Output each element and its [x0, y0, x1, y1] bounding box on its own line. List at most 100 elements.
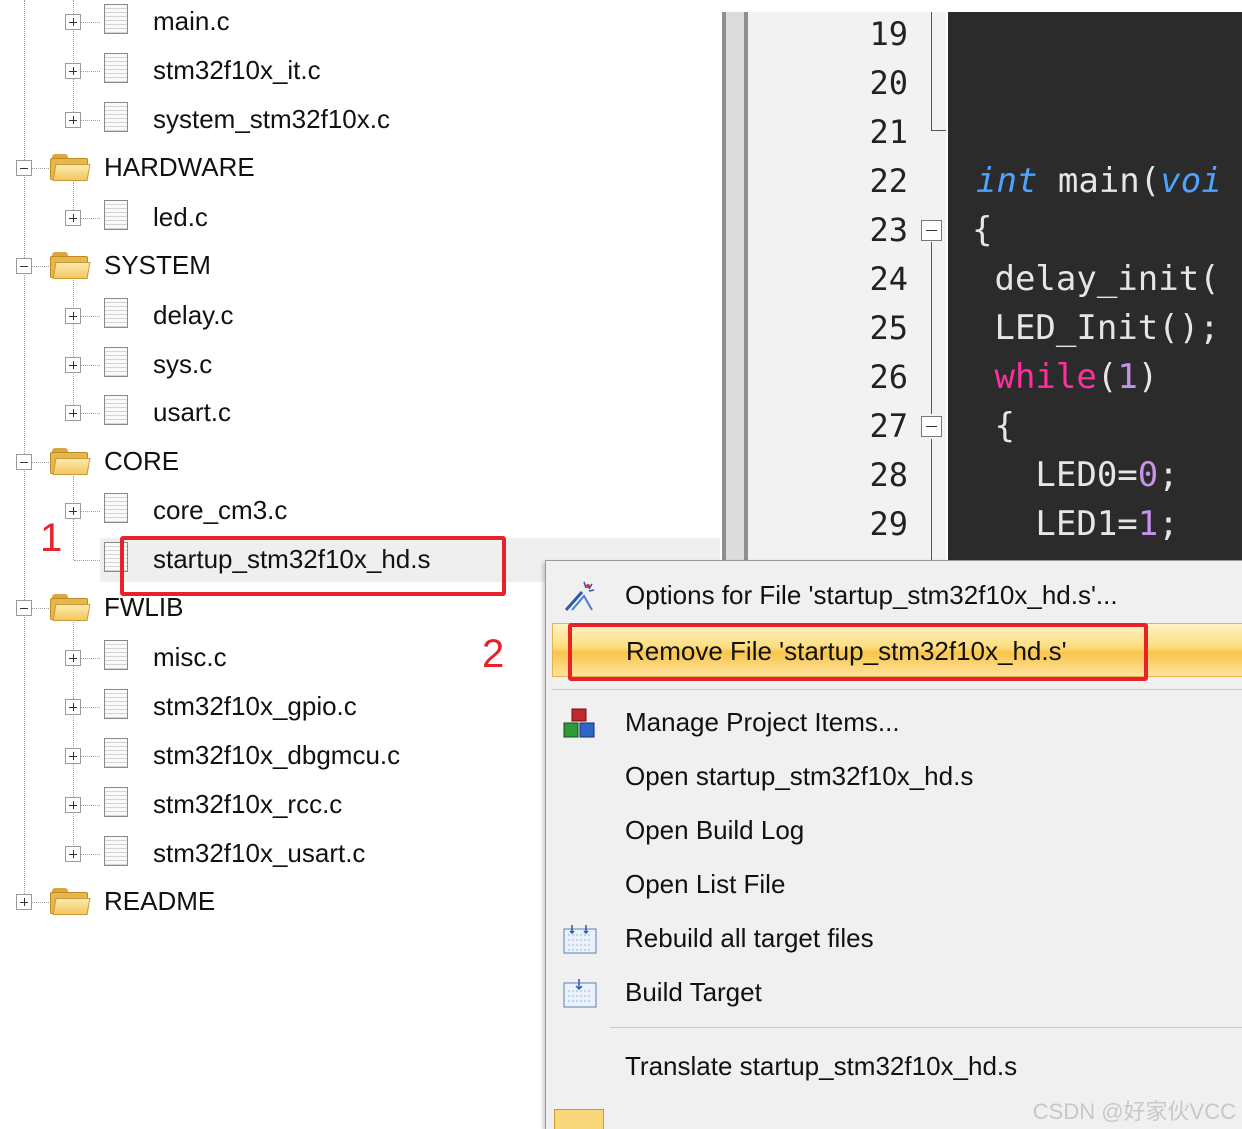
menu-item-open-build-log[interactable]: Open Build Log: [546, 805, 1242, 855]
line-number: 22: [869, 162, 908, 200]
fold-guide: [931, 12, 932, 130]
code-line: delay_init(: [974, 259, 1220, 299]
expand-toggle[interactable]: [65, 210, 81, 226]
menu-item-manage-project[interactable]: Manage Project Items...: [546, 697, 1242, 747]
menu-separator: [552, 689, 1242, 690]
pane-splitter[interactable]: [722, 12, 748, 572]
line-number: 26: [869, 358, 908, 396]
tree-guide: [73, 280, 74, 413]
c-file-icon: [104, 4, 128, 34]
code-number: 1: [1137, 504, 1159, 544]
menu-item-options[interactable]: Options for File 'startup_stm32f10x_hd.s…: [546, 570, 1242, 620]
menu-item-rebuild-all[interactable]: Rebuild all target files: [546, 913, 1242, 963]
expand-toggle[interactable]: [65, 14, 81, 30]
tree-item-led-c[interactable]: led.c: [153, 202, 208, 232]
code-text: LED1=: [974, 504, 1138, 544]
c-file-icon: [104, 738, 128, 768]
expand-toggle[interactable]: [65, 846, 81, 862]
c-file-icon: [104, 53, 128, 83]
tree-item-core-cm3-c[interactable]: core_cm3.c: [153, 495, 287, 525]
line-number: 28: [869, 456, 908, 494]
tree-item-delay-c[interactable]: delay.c: [153, 300, 233, 330]
tree-group-system[interactable]: SYSTEM: [104, 250, 211, 280]
tree-item-main-c[interactable]: main.c: [153, 6, 230, 36]
menu-item-label: Open List File: [625, 869, 786, 899]
tree-group-fwlib[interactable]: FWLIB: [104, 592, 183, 622]
expand-toggle[interactable]: [65, 357, 81, 373]
tree-item-system-stm32f10x-c[interactable]: system_stm32f10x.c: [153, 104, 390, 134]
c-file-icon: [104, 347, 128, 377]
expand-toggle[interactable]: [65, 112, 81, 128]
tree-group-hardware[interactable]: HARDWARE: [104, 152, 255, 182]
tree-item-stm32f10x-dbgmcu-c[interactable]: stm32f10x_dbgmcu.c: [153, 740, 400, 770]
annotation-number-1: 1: [40, 516, 63, 560]
expand-toggle[interactable]: [16, 894, 32, 910]
line-number: 24: [869, 260, 908, 298]
c-file-icon: [104, 200, 128, 230]
c-file-icon: [104, 640, 128, 670]
menu-item-build-target[interactable]: Build Target: [546, 967, 1242, 1017]
tree-group-readme[interactable]: README: [104, 886, 215, 916]
annotation-number-2: 2: [482, 632, 505, 676]
tree-guide: [24, 0, 25, 902]
c-file-icon: [104, 298, 128, 328]
fold-guide: [931, 242, 932, 414]
tree-item-stm32f10x-gpio-c[interactable]: stm32f10x_gpio.c: [153, 691, 357, 721]
code-text: ;: [1158, 455, 1179, 495]
checkmark-icon: [554, 1109, 604, 1129]
collapse-toggle[interactable]: [16, 600, 32, 616]
build-icon: [563, 979, 597, 1008]
c-file-icon: [104, 102, 128, 132]
expand-toggle[interactable]: [65, 63, 81, 79]
collapse-toggle[interactable]: [16, 454, 32, 470]
folder-icon: [50, 252, 91, 279]
menu-item-label: Rebuild all target files: [625, 923, 874, 953]
code-line: LED_Init();: [974, 308, 1220, 348]
tree-group-core[interactable]: CORE: [104, 446, 179, 476]
wand-icon: [564, 581, 595, 611]
line-number: 21: [869, 113, 908, 151]
watermark: CSDN @好家伙VCC: [1032, 1099, 1236, 1124]
menu-item-label: Manage Project Items...: [625, 707, 900, 737]
c-file-icon: [104, 689, 128, 719]
rebuild-icon: [563, 925, 597, 954]
expand-toggle[interactable]: [65, 503, 81, 519]
tree-item-stm32f10x-it-c[interactable]: stm32f10x_it.c: [153, 55, 321, 85]
code-line: {: [972, 210, 993, 250]
tree-item-stm32f10x-usart-c[interactable]: stm32f10x_usart.c: [153, 838, 365, 868]
expand-toggle[interactable]: [65, 405, 81, 421]
expand-toggle[interactable]: [65, 650, 81, 666]
code-number: 0: [1137, 455, 1159, 495]
context-menu: Options for File 'startup_stm32f10x_hd.s…: [545, 560, 1242, 1129]
c-file-icon: [104, 395, 128, 425]
code-keyword: voi: [1160, 161, 1222, 201]
menu-item-open-list-file[interactable]: Open List File: [546, 859, 1242, 909]
tree-item-sys-c[interactable]: sys.c: [153, 349, 212, 379]
fold-toggle-icon[interactable]: [921, 220, 942, 241]
expand-toggle[interactable]: [65, 308, 81, 324]
tree-item-stm32f10x-rcc-c[interactable]: stm32f10x_rcc.c: [153, 789, 342, 819]
collapse-toggle[interactable]: [16, 258, 32, 274]
expand-toggle[interactable]: [65, 699, 81, 715]
line-number: 29: [869, 505, 908, 543]
tree-item-usart-c[interactable]: usart.c: [153, 397, 231, 427]
expand-toggle[interactable]: [65, 797, 81, 813]
code-number: 1: [1117, 357, 1138, 397]
fold-toggle-icon[interactable]: [921, 416, 942, 437]
c-file-icon: [104, 787, 128, 817]
menu-item-label: Open startup_stm32f10x_hd.s: [625, 761, 974, 791]
code-text: main(: [1037, 161, 1161, 201]
line-number: 27: [869, 407, 908, 445]
code-text: (: [1096, 357, 1118, 397]
fold-guide-end: [931, 130, 946, 131]
tree-item-misc-c[interactable]: misc.c: [153, 642, 227, 672]
line-number: 19: [869, 15, 908, 53]
code-text: ;: [1158, 504, 1179, 544]
code-editor[interactable]: int main(voi { delay_init( LED_Init(); w…: [948, 12, 1242, 572]
c-file-icon: [104, 836, 128, 866]
menu-item-translate[interactable]: Translate startup_stm32f10x_hd.s: [546, 1041, 1242, 1091]
expand-toggle[interactable]: [65, 748, 81, 764]
code-keyword: int: [976, 161, 1038, 201]
menu-item-open-file[interactable]: Open startup_stm32f10x_hd.s: [546, 751, 1242, 801]
collapse-toggle[interactable]: [16, 160, 32, 176]
